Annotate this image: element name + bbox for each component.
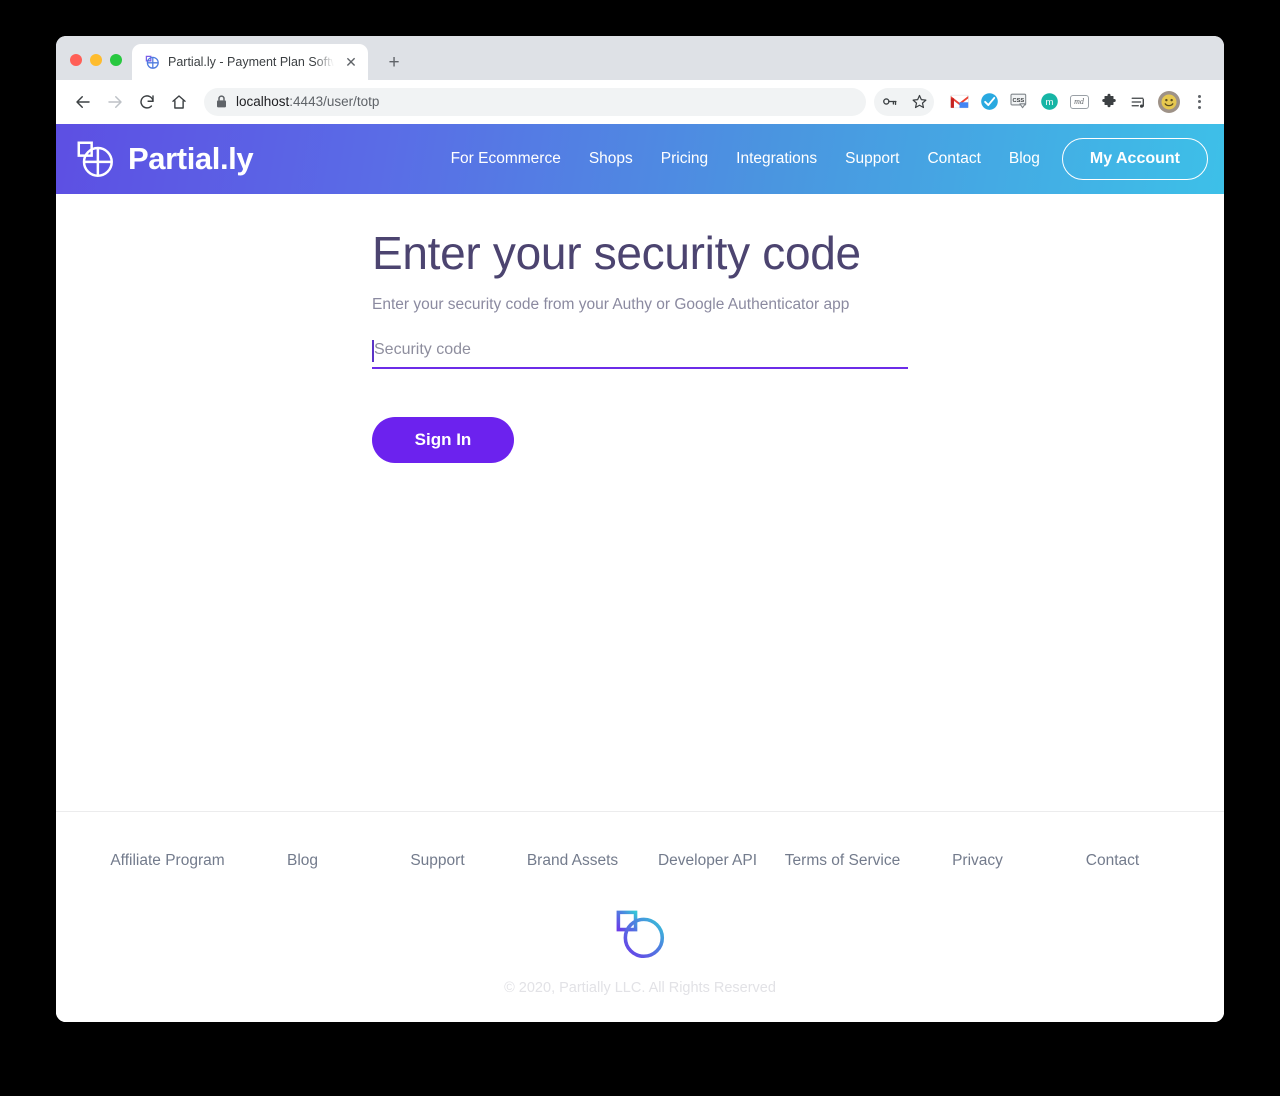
profile-avatar-icon[interactable] [1154,87,1184,117]
browser-toolbar: localhost:4443/user/totp CSS m md [56,80,1224,124]
new-tab-button[interactable]: + [380,48,408,76]
omnibox-action-group [874,87,934,117]
browser-window: Partial.ly - Payment Plan Softwa ✕ + loc… [56,36,1224,1022]
back-arrow-icon[interactable] [68,87,98,117]
lock-icon [217,95,226,108]
address-bar-url: localhost:4443/user/totp [236,94,379,109]
footer-link-support[interactable]: Support [370,852,505,870]
password-key-icon[interactable] [874,87,904,117]
footer-link-privacy[interactable]: Privacy [910,852,1045,870]
footer-links: Affiliate Program Blog Support Brand Ass… [56,852,1224,870]
nav-item-integrations[interactable]: Integrations [736,150,817,168]
close-tab-icon[interactable]: ✕ [342,53,360,71]
page-title: Enter your security code [372,227,861,279]
text-caret [372,339,374,362]
site-footer: Affiliate Program Blog Support Brand Ass… [56,811,1224,1022]
close-window-button[interactable] [70,54,82,66]
address-bar[interactable]: localhost:4443/user/totp [204,87,866,116]
footer-link-blog[interactable]: Blog [235,852,370,870]
sign-in-button[interactable]: Sign In [372,416,514,463]
home-icon[interactable] [164,87,194,117]
minimize-window-button[interactable] [90,54,102,66]
puzzle-extensions-icon[interactable] [1094,87,1124,117]
security-code-input[interactable] [372,341,908,364]
nav-item-blog[interactable]: Blog [1009,150,1040,168]
forward-arrow-icon[interactable] [100,87,130,117]
copyright-text: © 2020, Partially LLC. All Rights Reserv… [504,980,776,996]
browser-tab-strip: Partial.ly - Payment Plan Softwa ✕ + [56,36,1224,80]
footer-link-affiliate-program[interactable]: Affiliate Program [100,852,235,870]
my-account-button[interactable]: My Account [1061,138,1208,180]
nav-item-pricing[interactable]: Pricing [661,150,708,168]
maximize-window-button[interactable] [110,54,122,66]
browser-tab-title: Partial.ly - Payment Plan Softwa [168,55,334,69]
footer-link-brand-assets[interactable]: Brand Assets [505,852,640,870]
partially-logo-icon [77,141,113,177]
site-header: Partial.ly For Ecommerce Shops Pricing I… [56,124,1224,194]
nav-item-support[interactable]: Support [845,150,899,168]
brand-logo-link[interactable]: Partial.ly [74,138,254,180]
page-viewport: Partial.ly For Ecommerce Shops Pricing I… [56,124,1224,1022]
reload-icon[interactable] [132,87,162,117]
markdown-extension-icon[interactable]: md [1064,87,1094,117]
avatar [1158,90,1180,113]
security-code-field[interactable] [372,338,908,369]
checkmark-extension-icon[interactable] [974,87,1004,117]
partially-favicon-icon [145,55,159,69]
footer-link-contact[interactable]: Contact [1045,852,1180,870]
svg-text:m: m [1045,97,1053,108]
toolbar-icon-group: CSS m md [874,87,1214,117]
url-path: :4443/user/totp [289,94,380,109]
kebab-dots [1197,94,1201,109]
markdown-extension-label: md [1069,94,1089,109]
nav-item-contact[interactable]: Contact [927,150,980,168]
footer-logo-wrap [56,906,1224,962]
window-controls [56,54,132,80]
main-content: Enter your security code Enter your secu… [56,194,1224,811]
chrome-menu-icon[interactable] [1184,87,1214,117]
partially-logo-icon [616,910,665,959]
svg-text:CSS: CSS [1012,98,1024,104]
brand-name: Partial.ly [128,141,254,176]
gmail-extension-icon[interactable] [944,87,974,117]
css-extension-icon[interactable]: CSS [1004,87,1034,117]
browser-tab[interactable]: Partial.ly - Payment Plan Softwa ✕ [132,44,368,80]
nav-item-for-ecommerce[interactable]: For Ecommerce [451,150,561,168]
security-code-form: Enter your security code Enter your secu… [372,226,908,463]
footer-link-terms-of-service[interactable]: Terms of Service [775,852,910,870]
bookmark-star-icon[interactable] [904,87,934,117]
footer-link-developer-api[interactable]: Developer API [640,852,775,870]
nav-item-shops[interactable]: Shops [589,150,633,168]
reading-list-icon[interactable] [1124,87,1154,117]
mailtrack-extension-icon[interactable]: m [1034,87,1064,117]
page-subtitle: Enter your security code from your Authy… [372,296,850,314]
site-navigation: For Ecommerce Shops Pricing Integrations… [451,150,1040,168]
url-host: localhost [236,94,290,109]
